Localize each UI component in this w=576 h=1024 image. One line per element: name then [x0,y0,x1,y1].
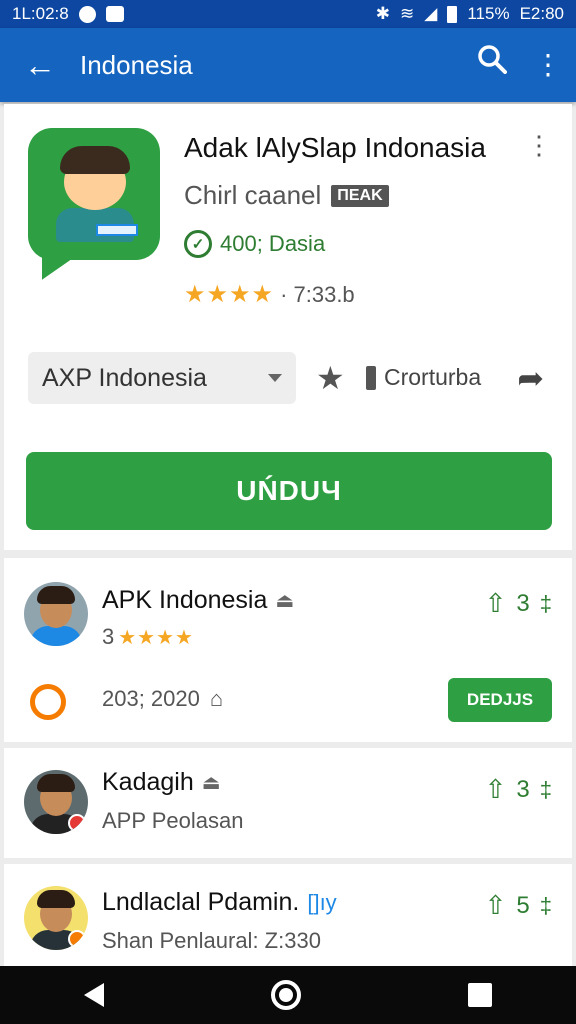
back-arrow-icon[interactable]: ← [0,28,80,102]
bookmark-icon [366,365,376,390]
gallery-icon [105,6,124,22]
thumbs-up-icon: ⇧ [484,774,507,804]
wifi-icon: ≋ [400,4,415,23]
thumbs-up-icon: ⇧ [484,890,507,920]
favorite-star-icon[interactable]: ★ [316,360,345,396]
compare-button[interactable]: Crorturba [366,364,481,391]
rating-suffix: · 7:33.b [280,281,355,307]
status-time-right: E2:80 [519,4,564,23]
reviewer-name[interactable]: Kadagih [102,768,194,797]
reviewer-name[interactable]: APK Indonesia [102,586,267,615]
app-title: Adak lAlyЅlap Indonasia [184,132,486,163]
like-row[interactable]: ⇧ 3 ‡ [485,588,552,619]
app-more-icon[interactable]: ⋮ [526,130,552,161]
like-row[interactable]: ⇧ 3 ‡ [485,774,552,805]
install-button[interactable]: UŃDUЧ [26,452,552,530]
avatar[interactable] [24,770,88,834]
like-count: 3 [516,775,530,803]
badge-icon: ⏏ [275,590,295,612]
like-count: 3 [516,589,530,617]
compare-label: Crorturba [384,364,482,390]
badge-icon: ⏏ [201,772,221,794]
avatar[interactable] [24,582,88,646]
reviewer-stars: ★★★★ [118,626,194,649]
reviewer-subtitle: APP Peolasan [102,808,244,833]
review-card: APK Indonesia ⏏ 3 ★★★★ ⇧ 3 ‡ 203; 2020 ⌂… [4,558,572,742]
review-card: Kadagih ⏏ APP Peolasan ⇧ 3 ‡ [4,748,572,858]
like-count: 5 [516,891,530,919]
notification-icon [78,5,96,23]
signal-icon: ◢ [424,4,438,23]
developer-name[interactable]: Chirl caanel [184,180,321,211]
developer-tag: ΠΕΑΚ [331,184,389,207]
reviewer-name-row: APK Indonesia ⏏ [102,586,294,615]
like-row[interactable]: ⇧ 5 ‡ [485,890,552,921]
country-select-value: AXP Indonesia [42,363,207,392]
verified-text: 400; Dasia [220,231,326,256]
rating-stars: ★★★★ [184,281,275,308]
app-bar: ← Indonesia ⋮ [0,28,576,102]
battery-icon [447,5,458,23]
system-nav-bar [0,966,576,1024]
reviewer-rating-number: 3 [102,624,115,649]
avatar[interactable] [24,886,88,950]
country-select[interactable]: AXP Indonesia [28,352,296,404]
app-detail-card: Adak lAlyЅlap Indonasia ⋮ Chirl caanel Π… [4,104,572,550]
pin-icon: ‡ [539,892,552,918]
review-date-row: 203; 2020 ⌂ [102,686,223,712]
status-bar: 1L:02:8 ✱ ≋ ◢ 115% E2:80 [0,0,576,28]
page-title: Indonesia [80,49,193,80]
review-date: 203; 2020 [102,686,200,711]
status-time-left: 1L:02:8 [12,4,69,23]
pin-icon: ‡ [539,590,552,616]
overflow-menu-icon[interactable]: ⋮ [520,28,576,102]
nav-back-icon[interactable] [83,983,104,1007]
review-card: Lndlaclal Pdamin. []ıy Shan Penlaural: Z… [4,864,572,966]
reviewer-subtitle: Shan Penlaural: Z:330 [102,928,321,953]
verified-row: ✓ 400; Dasia [184,230,325,258]
source-logo-icon [30,684,66,720]
pin-icon: ‡ [539,776,552,802]
reply-button[interactable]: DEDJJS [448,678,552,722]
battery-percent: 115% [467,4,510,23]
chevron-down-icon [268,374,282,382]
reviewer-tag: []ıy [307,889,337,915]
check-circle-icon: ✓ [184,230,212,258]
share-icon[interactable]: ➦ [517,360,544,396]
reviewer-rating-row: 3 ★★★★ [102,624,194,650]
developer-row: Chirl caanel ΠΕΑΚ [184,180,389,211]
reviewer-name-row: Lndlaclal Pdamin. []ıy [102,888,337,917]
reviewer-name-row: Kadagih ⏏ [102,768,221,797]
home-icon: ⌂ [209,686,224,711]
rating-row: ★★★★ · 7:33.b [184,280,355,309]
thumbs-up-icon: ⇧ [484,588,507,618]
bluetooth-icon: ✱ [375,4,391,23]
app-logo-icon [28,128,160,280]
nav-home-icon[interactable] [270,980,301,1010]
reviewer-name[interactable]: Lndlaclal Pdamin. [102,888,299,917]
search-icon[interactable] [464,28,520,102]
nav-recents-icon[interactable] [468,983,493,1007]
